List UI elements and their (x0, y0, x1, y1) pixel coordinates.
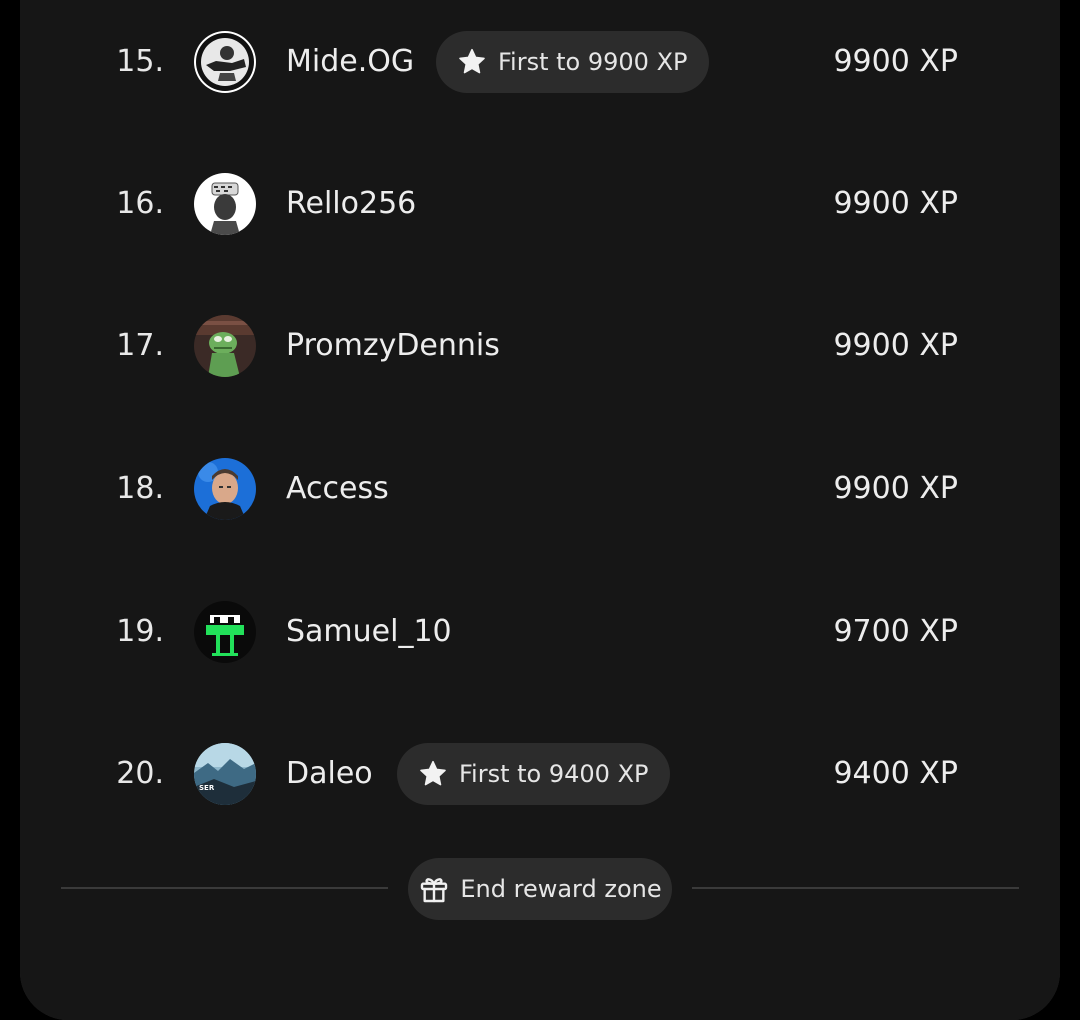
username[interactable]: Access (286, 449, 389, 529)
xp-value: 9900 XP (833, 44, 958, 79)
leaderboard-row[interactable]: 19. Samuel_10 9700 XP (0, 592, 1080, 672)
xp-value: 9900 XP (833, 186, 958, 221)
xp-value: 9400 XP (833, 756, 958, 791)
divider-left (61, 887, 388, 889)
username[interactable]: Rello256 (286, 164, 416, 244)
end-reward-zone-pill: End reward zone (408, 858, 672, 920)
rank-number: 16. (116, 186, 164, 221)
user-avatar[interactable] (194, 173, 256, 235)
leaderboard-row[interactable]: 18. Access 9900 XP (0, 449, 1080, 529)
user-avatar[interactable] (194, 315, 256, 377)
milestone-badge: First to 9400 XP (397, 743, 671, 805)
star-icon (459, 48, 485, 74)
username[interactable]: PromzyDennis (286, 306, 500, 386)
milestone-badge: First to 9900 XP (436, 31, 710, 93)
rank-number: 17. (116, 328, 164, 363)
user-avatar[interactable] (194, 601, 256, 663)
rank-number: 19. (116, 614, 164, 649)
star-icon (420, 760, 446, 786)
leaderboard-row[interactable]: 15. Mide.OG First to 9900 XP 9900 XP (0, 22, 1080, 102)
leaderboard-row[interactable]: 17. PromzyDennis 9900 XP (0, 306, 1080, 386)
badge-label: First to 9400 XP (459, 760, 649, 788)
user-avatar[interactable]: SER (194, 743, 256, 805)
username[interactable]: Daleo (286, 734, 373, 814)
user-avatar[interactable] (194, 458, 256, 520)
leaderboard-row[interactable]: 16. Rello256 9900 XP (0, 164, 1080, 244)
gift-icon (421, 878, 448, 903)
username[interactable]: Mide.OG (286, 22, 414, 102)
xp-value: 9900 XP (833, 471, 958, 506)
xp-value: 9900 XP (833, 328, 958, 363)
leaderboard-row[interactable]: 20. SER Daleo First to 9400 XP 9400 XP (0, 734, 1080, 814)
rank-number: 15. (116, 44, 164, 79)
rank-number: 18. (116, 471, 164, 506)
username[interactable]: Samuel_10 (286, 592, 452, 672)
avatar-watermark: SER (199, 784, 215, 792)
rank-number: 20. (116, 756, 164, 791)
divider-right (692, 887, 1019, 889)
end-reward-zone-label: End reward zone (460, 875, 662, 903)
xp-value: 9700 XP (833, 614, 958, 649)
user-avatar[interactable] (194, 31, 256, 93)
badge-label: First to 9900 XP (498, 48, 688, 76)
